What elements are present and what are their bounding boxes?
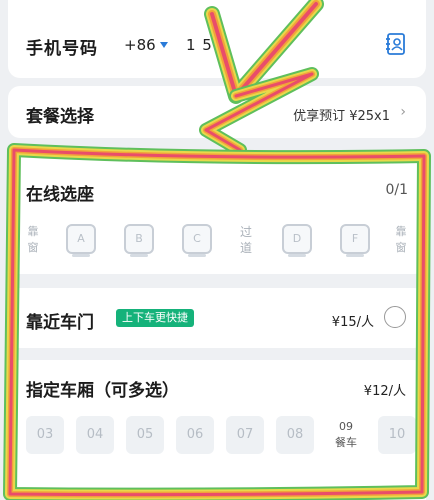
near-door-price: ¥15/人 xyxy=(331,315,374,330)
country-code-select[interactable]: +86 xyxy=(124,36,156,54)
seat-count: 0/1 xyxy=(385,182,408,198)
car-selection-card: 指定车厢（可多选） ¥12/人 03 04 05 06 07 08 09 餐车 … xyxy=(8,360,426,500)
near-door-row[interactable]: 靠近车门 上下车更快捷 ¥15/人 xyxy=(8,288,426,348)
seat-row: 靠 窗 A B C 过 道 D F 靠 窗 xyxy=(8,224,426,264)
dining-car: 09 餐车 xyxy=(326,416,366,454)
car-10[interactable]: 10 xyxy=(378,416,416,454)
package-label: 套餐选择 xyxy=(26,107,94,127)
car-selection-label: 指定车厢（可多选） xyxy=(26,381,179,401)
near-door-badge: 上下车更快捷 xyxy=(116,309,194,327)
phone-label: 手机号码 xyxy=(26,39,98,59)
seat-title: 在线选座 xyxy=(26,185,94,205)
car-07[interactable]: 07 xyxy=(226,416,264,454)
car-04[interactable]: 04 xyxy=(76,416,114,454)
near-door-label: 靠近车门 xyxy=(26,313,94,333)
car-08[interactable]: 08 xyxy=(276,416,314,454)
seat-a[interactable]: A xyxy=(66,224,96,257)
car-selection-price: ¥12/人 xyxy=(363,384,406,399)
seat-b[interactable]: B xyxy=(124,224,154,257)
car-03[interactable]: 03 xyxy=(26,416,64,454)
package-value[interactable]: 优享预订 ¥25x1 xyxy=(293,105,390,124)
seat-f[interactable]: F xyxy=(340,224,370,257)
car-06[interactable]: 06 xyxy=(176,416,214,454)
phone-card: 手机号码 +86 1 51 xyxy=(8,0,426,78)
package-row[interactable]: 套餐选择 优享预订 ¥25x1 › xyxy=(8,86,426,138)
radio-circle-icon[interactable] xyxy=(384,306,406,328)
seat-selection-card: 在线选座 0/1 靠 窗 A B C 过 道 D F 靠 窗 xyxy=(8,152,426,274)
chevron-right-icon[interactable]: › xyxy=(400,104,406,120)
window-label-left: 靠 窗 xyxy=(27,225,39,254)
seat-c[interactable]: C xyxy=(182,224,212,257)
aisle-label: 过 道 xyxy=(239,225,252,255)
phone-number-input[interactable]: 1 51 xyxy=(186,36,223,54)
dining-car-label: 餐车 xyxy=(335,436,357,449)
contact-book-icon[interactable] xyxy=(386,32,406,56)
car-05[interactable]: 05 xyxy=(126,416,164,454)
window-label-right: 靠 窗 xyxy=(395,225,407,254)
dining-car-number: 09 xyxy=(339,420,353,433)
seat-d[interactable]: D xyxy=(282,224,312,257)
triangle-down-icon[interactable] xyxy=(160,42,168,48)
